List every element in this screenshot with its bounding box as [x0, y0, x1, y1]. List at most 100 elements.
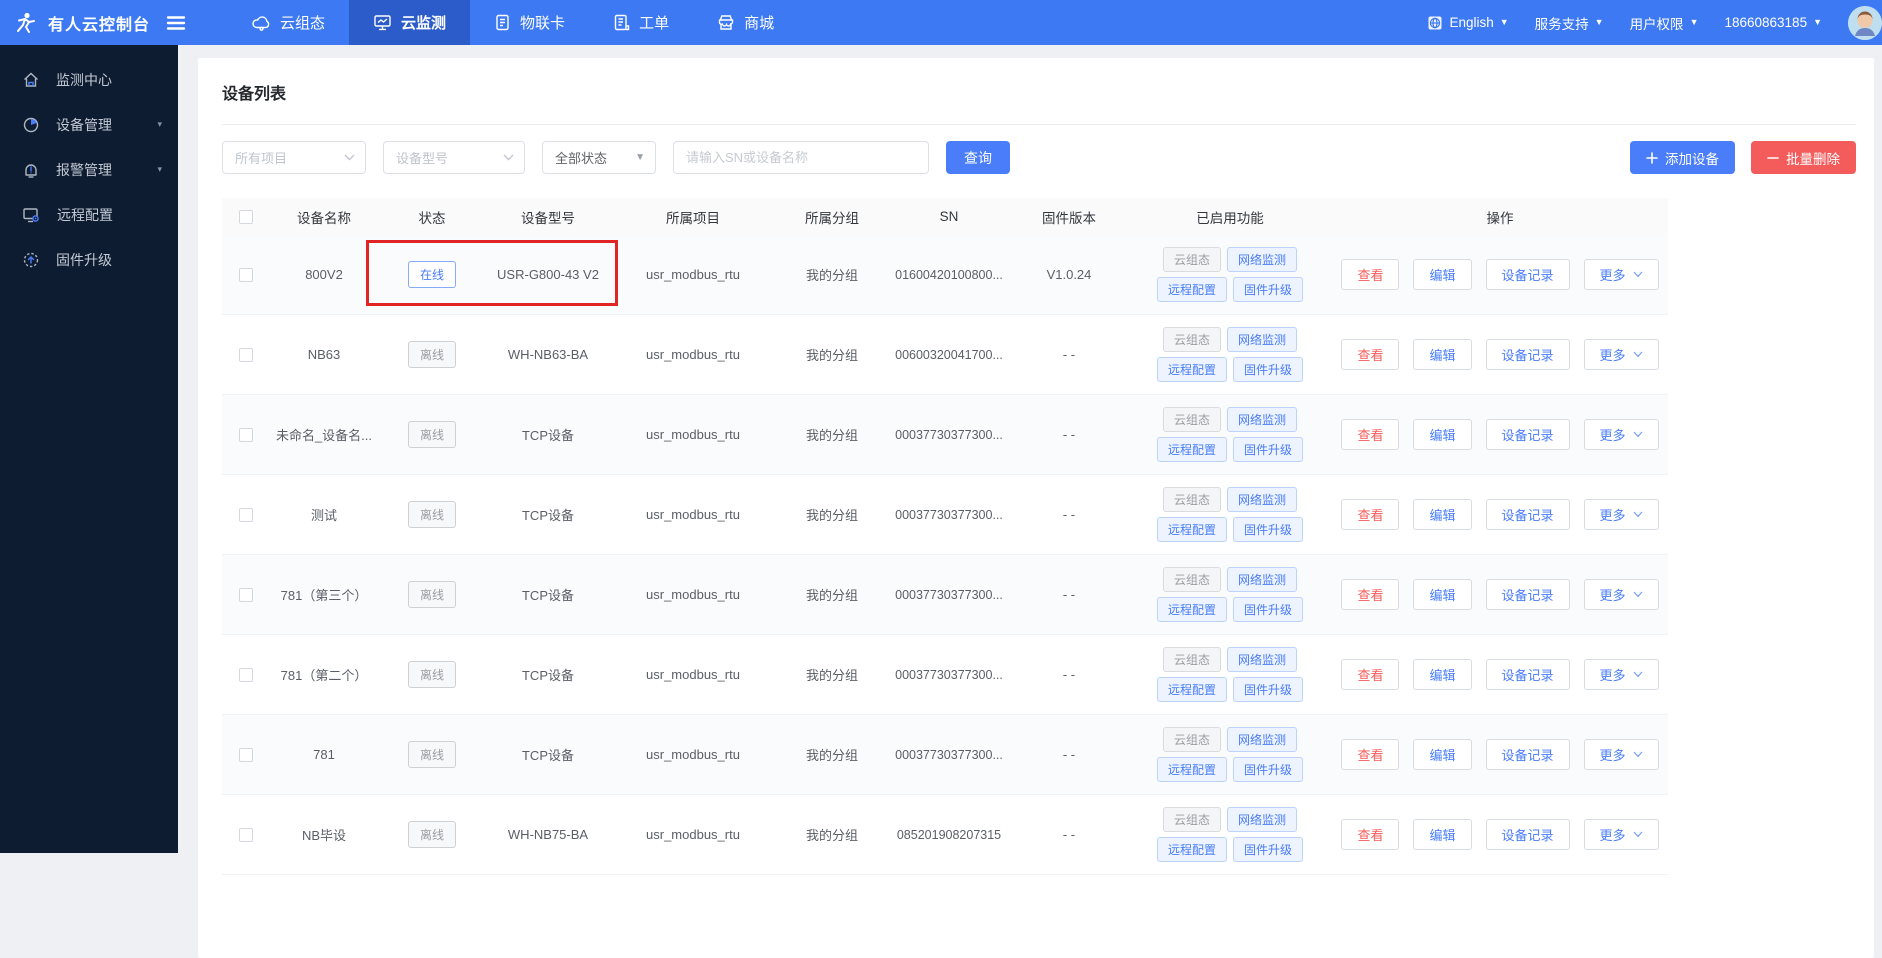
- feature-badge-固件升级[interactable]: 固件升级: [1233, 837, 1304, 862]
- nav-tab-云监测[interactable]: 云监测: [349, 0, 471, 45]
- action-button-查看[interactable]: 查看: [1341, 579, 1400, 610]
- sidebar-item-报警管理[interactable]: 报警管理 ▾: [0, 147, 178, 192]
- menu-service-support[interactable]: 服务支持 ▼: [1535, 13, 1604, 33]
- sidebar-item-远程配置[interactable]: 远程配置: [0, 192, 178, 237]
- feature-badge-云组态[interactable]: 云组态: [1162, 647, 1221, 672]
- feature-badge-云组态[interactable]: 云组态: [1162, 247, 1221, 272]
- feature-badge-云组态[interactable]: 云组态: [1162, 727, 1221, 752]
- feature-badge-网络监测[interactable]: 网络监测: [1227, 247, 1298, 272]
- action-button-编辑[interactable]: 编辑: [1413, 739, 1472, 770]
- add-device-button[interactable]: 添加设备: [1630, 141, 1735, 174]
- remote-config-icon: [22, 206, 41, 224]
- feature-badge-固件升级[interactable]: 固件升级: [1233, 437, 1304, 462]
- project-select[interactable]: 所有项目: [222, 141, 366, 174]
- action-button-编辑[interactable]: 编辑: [1413, 259, 1472, 290]
- action-button-编辑[interactable]: 编辑: [1413, 499, 1472, 530]
- action-button-查看[interactable]: 查看: [1341, 339, 1400, 370]
- row-checkbox[interactable]: [239, 268, 253, 283]
- action-button-更多[interactable]: 更多: [1583, 339, 1659, 370]
- action-button-设备记录[interactable]: 设备记录: [1485, 259, 1570, 290]
- menu-user-permissions[interactable]: 用户权限 ▼: [1630, 13, 1699, 33]
- search-input[interactable]: [673, 141, 929, 174]
- feature-badge-网络监测[interactable]: 网络监测: [1227, 487, 1298, 512]
- hamburger-icon[interactable]: [166, 15, 186, 31]
- action-button-设备记录[interactable]: 设备记录: [1485, 339, 1570, 370]
- row-checkbox[interactable]: [239, 668, 253, 683]
- feature-badge-固件升级[interactable]: 固件升级: [1233, 597, 1304, 622]
- chevron-down-icon: [1633, 671, 1643, 678]
- feature-badge-网络监测[interactable]: 网络监测: [1227, 327, 1298, 352]
- row-checkbox[interactable]: [239, 828, 253, 843]
- action-button-设备记录[interactable]: 设备记录: [1485, 659, 1570, 690]
- row-checkbox[interactable]: [239, 348, 253, 363]
- user-avatar[interactable]: [1848, 5, 1882, 40]
- action-button-编辑[interactable]: 编辑: [1413, 339, 1472, 370]
- nav-tab-商城[interactable]: 商城: [693, 0, 798, 45]
- action-button-设备记录[interactable]: 设备记录: [1485, 499, 1570, 530]
- action-button-设备记录[interactable]: 设备记录: [1485, 739, 1570, 770]
- action-button-查看[interactable]: 查看: [1341, 499, 1400, 530]
- action-button-更多[interactable]: 更多: [1583, 499, 1659, 530]
- action-button-设备记录[interactable]: 设备记录: [1485, 819, 1570, 850]
- feature-badge-云组态[interactable]: 云组态: [1162, 487, 1221, 512]
- feature-badge-云组态[interactable]: 云组态: [1162, 407, 1221, 432]
- nav-tab-物联卡[interactable]: 物联卡: [470, 0, 589, 45]
- sidebar-item-监测中心[interactable]: 监测中心: [0, 57, 178, 102]
- action-button-编辑[interactable]: 编辑: [1413, 419, 1472, 450]
- action-button-查看[interactable]: 查看: [1341, 659, 1400, 690]
- action-button-编辑[interactable]: 编辑: [1413, 579, 1472, 610]
- feature-badge-远程配置[interactable]: 远程配置: [1156, 597, 1227, 622]
- feature-badge-网络监测[interactable]: 网络监测: [1227, 647, 1298, 672]
- action-button-查看[interactable]: 查看: [1341, 259, 1400, 290]
- action-button-查看[interactable]: 查看: [1341, 739, 1400, 770]
- select-all-checkbox[interactable]: [239, 210, 253, 225]
- action-button-更多[interactable]: 更多: [1583, 659, 1659, 690]
- status-cell: 离线: [378, 501, 486, 528]
- nav-tab-云组态[interactable]: 云组态: [228, 0, 349, 45]
- batch-delete-button[interactable]: 批量删除: [1751, 141, 1856, 174]
- action-button-编辑[interactable]: 编辑: [1413, 659, 1472, 690]
- feature-badge-云组态[interactable]: 云组态: [1162, 567, 1221, 592]
- action-button-设备记录[interactable]: 设备记录: [1485, 419, 1570, 450]
- language-switcher[interactable]: English ▼: [1427, 15, 1509, 31]
- feature-badge-远程配置[interactable]: 远程配置: [1156, 437, 1227, 462]
- feature-badge-远程配置[interactable]: 远程配置: [1156, 517, 1227, 542]
- chevron-down-icon: [1633, 751, 1643, 758]
- action-button-查看[interactable]: 查看: [1341, 419, 1400, 450]
- feature-badge-云组态[interactable]: 云组态: [1162, 327, 1221, 352]
- feature-badge-固件升级[interactable]: 固件升级: [1233, 277, 1304, 302]
- action-button-更多[interactable]: 更多: [1583, 739, 1659, 770]
- feature-badge-固件升级[interactable]: 固件升级: [1233, 357, 1304, 382]
- row-checkbox[interactable]: [239, 588, 253, 603]
- feature-badge-远程配置[interactable]: 远程配置: [1156, 277, 1227, 302]
- row-checkbox[interactable]: [239, 428, 253, 443]
- feature-badge-网络监测[interactable]: 网络监测: [1227, 567, 1298, 592]
- feature-badge-固件升级[interactable]: 固件升级: [1233, 517, 1304, 542]
- query-button[interactable]: 查询: [946, 141, 1010, 174]
- feature-badge-云组态[interactable]: 云组态: [1162, 807, 1221, 832]
- feature-badge-网络监测[interactable]: 网络监测: [1227, 407, 1298, 432]
- nav-tab-工单[interactable]: 工单: [589, 0, 693, 45]
- status-select[interactable]: 全部状态 ▼: [542, 141, 656, 174]
- action-button-查看[interactable]: 查看: [1341, 819, 1400, 850]
- feature-badge-固件升级[interactable]: 固件升级: [1233, 757, 1304, 782]
- action-button-更多[interactable]: 更多: [1583, 819, 1659, 850]
- sidebar-item-设备管理[interactable]: 设备管理 ▾: [0, 102, 178, 147]
- model-select[interactable]: 设备型号: [383, 141, 525, 174]
- feature-badge-远程配置[interactable]: 远程配置: [1156, 757, 1227, 782]
- action-button-更多[interactable]: 更多: [1583, 419, 1659, 450]
- action-button-更多[interactable]: 更多: [1583, 259, 1659, 290]
- action-button-更多[interactable]: 更多: [1583, 579, 1659, 610]
- row-checkbox[interactable]: [239, 508, 253, 523]
- feature-badge-远程配置[interactable]: 远程配置: [1156, 837, 1227, 862]
- sidebar-item-固件升级[interactable]: 固件升级: [0, 237, 178, 282]
- account-menu[interactable]: 18660863185 ▼: [1724, 15, 1822, 30]
- feature-badge-远程配置[interactable]: 远程配置: [1156, 677, 1227, 702]
- feature-badge-网络监测[interactable]: 网络监测: [1227, 727, 1298, 752]
- feature-badge-网络监测[interactable]: 网络监测: [1227, 807, 1298, 832]
- action-button-设备记录[interactable]: 设备记录: [1485, 579, 1570, 610]
- feature-badge-远程配置[interactable]: 远程配置: [1156, 357, 1227, 382]
- action-button-编辑[interactable]: 编辑: [1413, 819, 1472, 850]
- feature-badge-固件升级[interactable]: 固件升级: [1233, 677, 1304, 702]
- row-checkbox[interactable]: [239, 748, 253, 763]
